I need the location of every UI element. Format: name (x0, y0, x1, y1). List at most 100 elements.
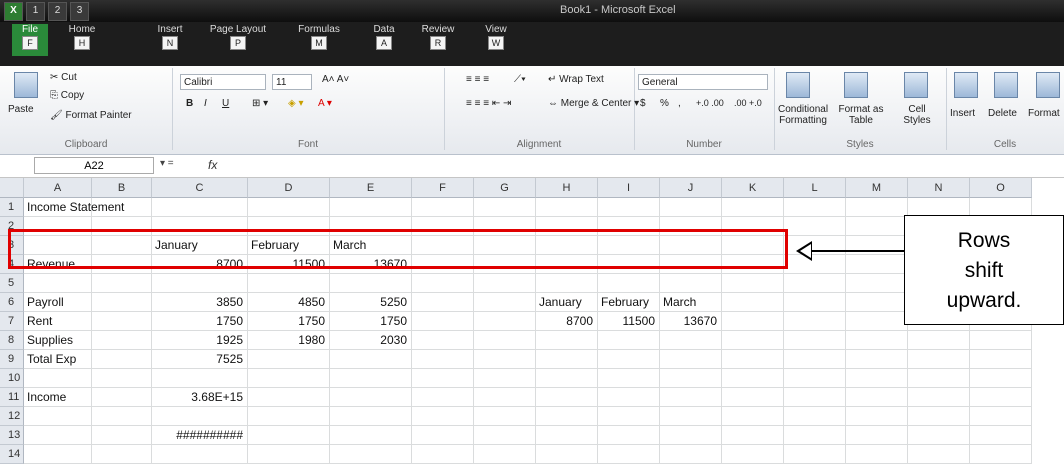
row-header-6[interactable]: 6 (0, 293, 24, 312)
number-format-combo[interactable]: General (638, 74, 768, 90)
cell-l4[interactable] (784, 255, 846, 274)
cell-f13[interactable] (412, 426, 474, 445)
cell-i8[interactable] (598, 331, 660, 350)
cell-c10[interactable] (152, 369, 248, 388)
cell-f11[interactable] (412, 388, 474, 407)
row-header-7[interactable]: 7 (0, 312, 24, 331)
cell-l9[interactable] (784, 350, 846, 369)
column-header-d[interactable]: D (248, 178, 330, 198)
column-header-e[interactable]: E (330, 178, 412, 198)
cell-c7[interactable]: 1750 (152, 312, 248, 331)
insert-function-button[interactable]: fx (208, 158, 217, 172)
cell-k8[interactable] (722, 331, 784, 350)
cell-j6[interactable]: March (660, 293, 722, 312)
cell-b9[interactable] (92, 350, 152, 369)
insert-button[interactable]: Insert (950, 108, 975, 119)
cell-f5[interactable] (412, 274, 474, 293)
orientation-icon[interactable]: ⟋▾ (514, 74, 526, 85)
cell-a8[interactable]: Supplies (24, 331, 92, 350)
cell-b13[interactable] (92, 426, 152, 445)
wrap-text-button[interactable]: ↵ Wrap Text (548, 74, 604, 85)
cell-o8[interactable] (970, 331, 1032, 350)
cell-n10[interactable] (908, 369, 970, 388)
tab-data[interactable]: Data A (368, 24, 400, 50)
cell-k7[interactable] (722, 312, 784, 331)
cell-e13[interactable] (330, 426, 412, 445)
cell-k9[interactable] (722, 350, 784, 369)
cell-n13[interactable] (908, 426, 970, 445)
cell-i9[interactable] (598, 350, 660, 369)
cell-j11[interactable] (660, 388, 722, 407)
column-header-o[interactable]: O (970, 178, 1032, 198)
currency-button[interactable]: $ (640, 98, 646, 109)
cell-e10[interactable] (330, 369, 412, 388)
cell-c8[interactable]: 1925 (152, 331, 248, 350)
tab-view[interactable]: View W (480, 24, 512, 50)
row-header-13[interactable]: 13 (0, 426, 24, 445)
font-size-combo[interactable]: 11 (272, 74, 312, 90)
cell-n14[interactable] (908, 445, 970, 464)
cell-l3[interactable] (784, 236, 846, 255)
format-painter-button[interactable]: 🖌 Format Painter (50, 110, 132, 121)
copy-button[interactable]: ⎘ Copy (50, 90, 84, 101)
cell-g5[interactable] (474, 274, 536, 293)
cell-k10[interactable] (722, 369, 784, 388)
cell-i13[interactable] (598, 426, 660, 445)
percent-button[interactable]: % (660, 98, 669, 109)
tab-home[interactable]: Home H (62, 24, 102, 50)
cut-button[interactable]: ✂ Cut (50, 72, 77, 83)
cell-g6[interactable] (474, 293, 536, 312)
cell-h13[interactable] (536, 426, 598, 445)
decrease-decimal-button[interactable]: .00 +.0 (734, 98, 762, 108)
cell-b6[interactable] (92, 293, 152, 312)
cell-d13[interactable] (248, 426, 330, 445)
cell-i11[interactable] (598, 388, 660, 407)
cell-m9[interactable] (846, 350, 908, 369)
font-name-combo[interactable]: Calibri (180, 74, 266, 90)
cell-i1[interactable] (598, 198, 660, 217)
cell-l10[interactable] (784, 369, 846, 388)
cell-g1[interactable] (474, 198, 536, 217)
cell-o14[interactable] (970, 445, 1032, 464)
cell-f12[interactable] (412, 407, 474, 426)
cell-m1[interactable] (846, 198, 908, 217)
cell-m13[interactable] (846, 426, 908, 445)
cell-b7[interactable] (92, 312, 152, 331)
cell-k11[interactable] (722, 388, 784, 407)
grow-font-icon[interactable]: A˄ A˅ (322, 74, 349, 85)
row-header-14[interactable]: 14 (0, 445, 24, 464)
cell-g8[interactable] (474, 331, 536, 350)
cell-i14[interactable] (598, 445, 660, 464)
cell-l5[interactable] (784, 274, 846, 293)
italic-button[interactable]: I (204, 98, 207, 109)
cell-a1[interactable]: Income Statement (24, 198, 124, 217)
cell-b5[interactable] (92, 274, 152, 293)
cell-i10[interactable] (598, 369, 660, 388)
cell-k6[interactable] (722, 293, 784, 312)
cell-h1[interactable] (536, 198, 598, 217)
column-header-j[interactable]: J (660, 178, 722, 198)
cell-g7[interactable] (474, 312, 536, 331)
borders-icon[interactable]: ⊞ ▾ (252, 98, 268, 109)
cell-e7[interactable]: 1750 (330, 312, 412, 331)
cell-i5[interactable] (598, 274, 660, 293)
cell-d6[interactable]: 4850 (248, 293, 330, 312)
cell-o13[interactable] (970, 426, 1032, 445)
cell-b11[interactable] (92, 388, 152, 407)
cell-k5[interactable] (722, 274, 784, 293)
cell-e11[interactable] (330, 388, 412, 407)
cell-a5[interactable] (24, 274, 92, 293)
column-header-f[interactable]: F (412, 178, 474, 198)
cell-m14[interactable] (846, 445, 908, 464)
column-header-h[interactable]: H (536, 178, 598, 198)
cell-c5[interactable] (152, 274, 248, 293)
cell-j10[interactable] (660, 369, 722, 388)
name-box[interactable]: A22 (34, 157, 154, 174)
cell-a12[interactable] (24, 407, 92, 426)
cell-k1[interactable] (722, 198, 784, 217)
cell-d9[interactable] (248, 350, 330, 369)
cell-j14[interactable] (660, 445, 722, 464)
cell-f6[interactable] (412, 293, 474, 312)
cell-l11[interactable] (784, 388, 846, 407)
cell-l1[interactable] (784, 198, 846, 217)
